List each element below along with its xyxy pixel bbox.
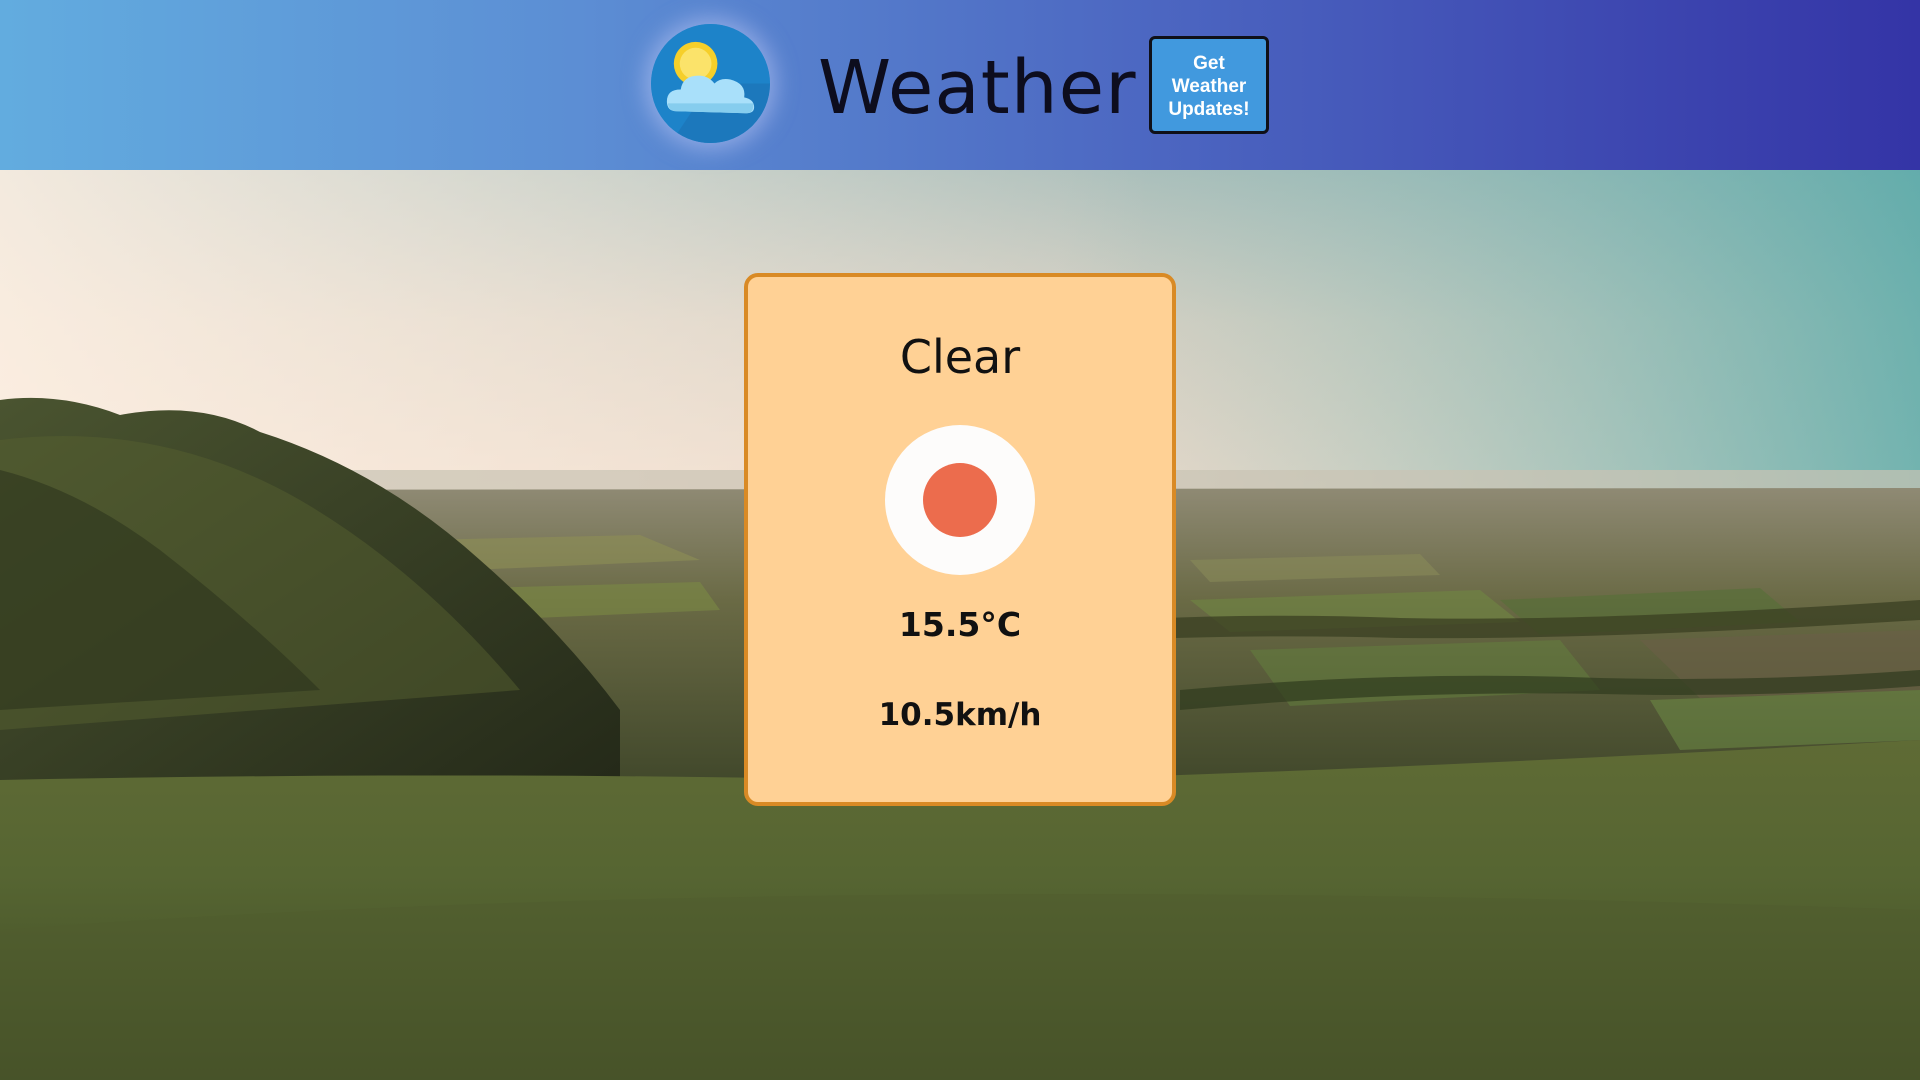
- sun-dot: [923, 463, 997, 537]
- weather-condition: Clear: [899, 330, 1021, 384]
- clear-sun-dot-icon: [885, 425, 1035, 575]
- get-weather-updates-button[interactable]: Get Weather Updates!: [1149, 36, 1269, 134]
- weather-card: Clear 15.5°C 10.5km/h: [744, 273, 1176, 806]
- temperature-value: 15.5°C: [898, 605, 1022, 644]
- sun-behind-cloud-icon: [651, 24, 770, 143]
- app-header: Weather Get Weather Updates!: [0, 0, 1920, 170]
- app-title: Weather: [818, 45, 1137, 131]
- wind-speed-value: 10.5km/h: [878, 697, 1042, 733]
